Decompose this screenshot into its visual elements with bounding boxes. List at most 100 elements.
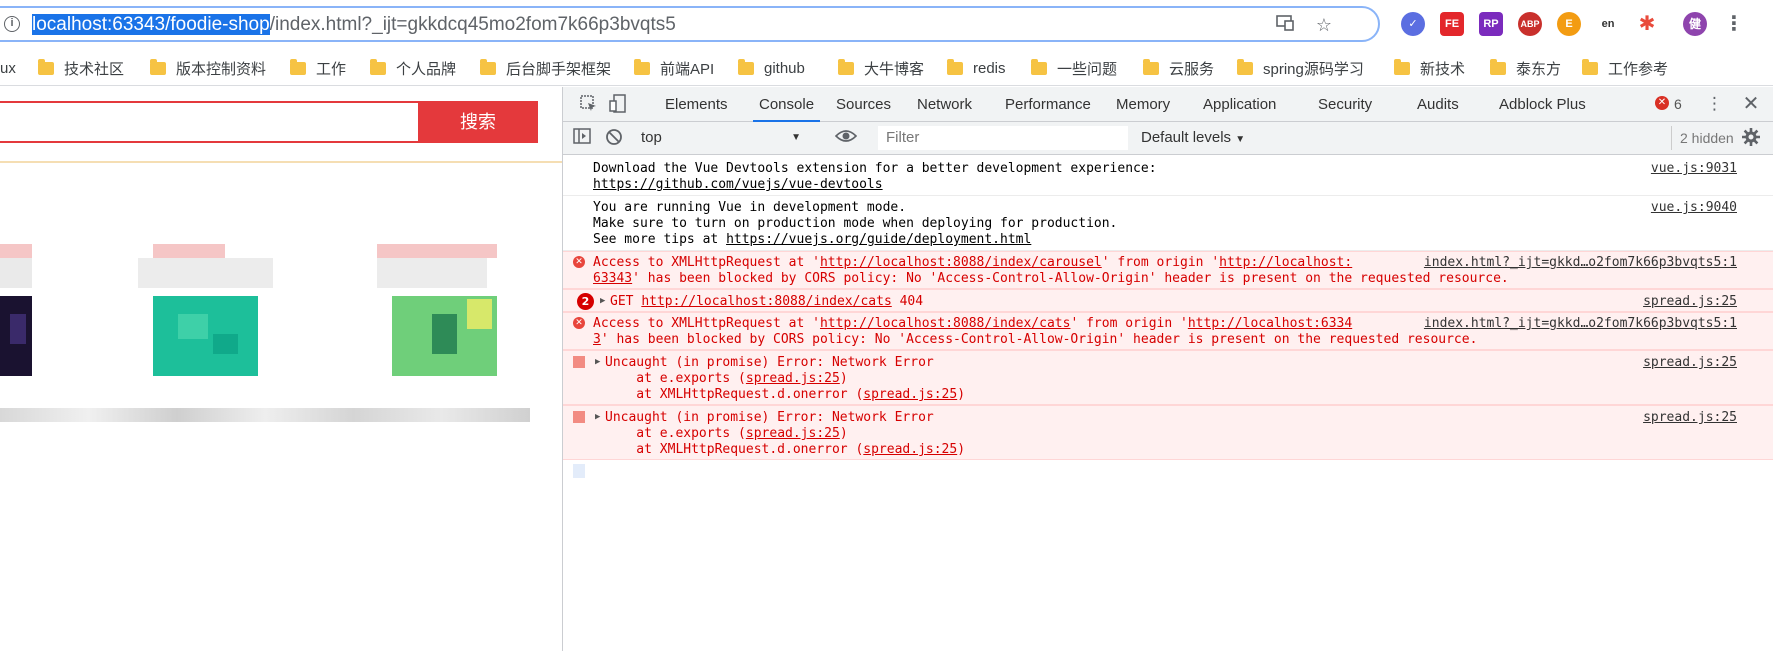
tab-security[interactable]: Security (1318, 87, 1372, 122)
tab-adblock-plus[interactable]: Adblock Plus (1499, 87, 1586, 122)
device-toolbar-icon[interactable] (608, 94, 628, 119)
profile-avatar[interactable]: 健 (1683, 12, 1707, 36)
stack-source-link[interactable]: spread.js:25 (746, 426, 840, 441)
tab-console[interactable]: Console (753, 87, 821, 122)
tab-application[interactable]: Application (1203, 87, 1276, 122)
bookmark-folder[interactable]: 版本控制资料 (150, 58, 266, 78)
error-icon: ✕ (573, 317, 585, 329)
source-link[interactable]: index.html?_ijt=gkkd…o2fom7k66p3bvqts5:1 (1424, 255, 1737, 270)
stack-frame: ) (957, 442, 966, 457)
product-image-2[interactable] (138, 244, 273, 464)
info-icon[interactable]: i (4, 16, 20, 32)
clear-console-icon[interactable] (604, 128, 624, 151)
expand-triangle-icon[interactable]: ▶ (600, 296, 605, 306)
bookmark-folder[interactable]: 个人品牌 (370, 58, 456, 78)
cast-icon[interactable] (1274, 14, 1296, 36)
stack-frame: at XMLHttpRequest.d.onerror ( (605, 387, 864, 402)
devtools-link[interactable]: https://github.com/vuejs/vue-devtools (593, 177, 883, 192)
eye-icon[interactable] (834, 128, 858, 148)
bookmark-folder[interactable]: 技术社区 (38, 58, 124, 78)
devtools-menu-icon[interactable]: ⋮ (1706, 94, 1723, 114)
inspect-element-icon[interactable] (579, 95, 599, 118)
error-count-icon[interactable]: ✕ (1655, 96, 1669, 110)
address-bar[interactable]: i localhost:63343/foodie-shop/index.html… (0, 6, 1380, 42)
tab-sources[interactable]: Sources (836, 87, 891, 122)
source-link[interactable]: spread.js:25 (1643, 294, 1737, 309)
bookmark-label: 泰东方 (1516, 60, 1562, 78)
console-prompt[interactable] (573, 464, 585, 478)
search-button[interactable]: 搜索 (418, 101, 538, 143)
ext-pinwheel-icon[interactable]: ✱ (1635, 12, 1659, 36)
filter-input[interactable]: Filter (878, 126, 1128, 150)
bookmark-label: 前端API (660, 60, 715, 78)
bookmark-folder[interactable]: github (738, 58, 805, 78)
tab-audits[interactable]: Audits (1417, 87, 1459, 122)
stack-frame: at e.exports ( (605, 426, 746, 441)
request-url-link[interactable]: http://localhost:8088/index/cats (820, 316, 1070, 331)
stack-source-link[interactable]: spread.js:25 (746, 371, 840, 386)
product-image-3[interactable] (377, 244, 512, 464)
origin-link[interactable]: http://localhost: (1219, 255, 1352, 270)
bookmark-star-icon[interactable]: ☆ (1313, 14, 1335, 36)
ext-fe-icon[interactable]: FE (1440, 12, 1464, 36)
bookmark-folder[interactable]: spring源码学习 (1237, 58, 1364, 78)
product-image-1[interactable] (0, 244, 32, 464)
source-link[interactable]: spread.js:25 (1643, 355, 1737, 370)
search-input[interactable] (0, 101, 420, 143)
tab-memory[interactable]: Memory (1116, 87, 1170, 122)
request-url-link[interactable]: http://localhost:8088/index/carousel (820, 255, 1102, 270)
expand-triangle-icon[interactable]: ▶ (595, 412, 600, 422)
close-devtools-icon[interactable]: ✕ (1741, 94, 1761, 114)
bookmark-folder[interactable]: 一些问题 (1031, 58, 1117, 78)
deployment-link[interactable]: https://vuejs.org/guide/deployment.html (726, 232, 1031, 247)
request-url-link[interactable]: http://localhost:8088/index/cats (641, 294, 891, 309)
bookmark-label: ux (0, 59, 16, 77)
message-text: 404 (891, 294, 924, 309)
console-error-uncaught: ▶ Uncaught (in promise) Error: Network E… (563, 405, 1773, 460)
source-link[interactable]: spread.js:25 (1643, 410, 1737, 425)
sidebar-toggle-icon[interactable] (572, 128, 592, 149)
gear-icon[interactable] (1741, 128, 1761, 151)
bookmark-folder[interactable]: redis (947, 58, 1006, 78)
bookmark-item[interactable]: ux (0, 58, 16, 78)
chevron-down-icon: ▼ (1235, 134, 1246, 145)
bookmark-folder[interactable]: 前端API (634, 58, 714, 78)
stack-frame: at e.exports ( (605, 371, 746, 386)
stack-source-link[interactable]: spread.js:25 (863, 387, 957, 402)
bookmark-folder[interactable]: 云服务 (1143, 58, 1214, 78)
bookmark-folder[interactable]: 后台脚手架框架 (480, 58, 611, 78)
bookmark-folder[interactable]: 大牛博客 (838, 58, 924, 78)
stack-frame: ) (839, 426, 848, 441)
stack-source-link[interactable]: spread.js:25 (863, 442, 957, 457)
browser-menu-icon[interactable]: ⋮ (1722, 12, 1746, 36)
ext-rp-icon[interactable]: RP (1479, 12, 1503, 36)
console-output: Download the Vue Devtools extension for … (563, 156, 1773, 651)
bookmark-folder[interactable]: 工作 (290, 58, 346, 78)
tab-elements[interactable]: Elements (665, 87, 728, 122)
ext-abp-icon[interactable]: ABP (1518, 12, 1542, 36)
origin-link-cont[interactable]: 63343 (593, 271, 632, 286)
origin-link[interactable]: http://localhost:6334 (1188, 316, 1352, 331)
expand-triangle-icon[interactable]: ▶ (595, 357, 600, 367)
stack-frame: ) (839, 371, 848, 386)
url-text[interactable]: localhost:63343/foodie-shop/index.html?_… (32, 14, 676, 36)
log-levels-dropdown[interactable]: Default levels ▼ (1141, 126, 1245, 150)
source-link[interactable]: vue.js:9040 (1651, 200, 1737, 215)
bookmark-folder[interactable]: 泰东方 (1490, 58, 1561, 78)
devtools-panel: Elements Console Sources Network Perform… (562, 87, 1773, 651)
chevron-down-icon: ▼ (791, 132, 801, 143)
ext-e-icon[interactable]: E (1557, 12, 1581, 36)
error-count[interactable]: 6 (1674, 87, 1682, 122)
context-selector[interactable]: top ▼ (641, 126, 801, 150)
console-message-info: You are running Vue in development mode.… (563, 196, 1773, 251)
tab-network[interactable]: Network (917, 87, 972, 122)
bookmark-folder[interactable]: 新技术 (1394, 58, 1465, 78)
ext-translate-icon[interactable]: en (1596, 12, 1620, 36)
tab-performance[interactable]: Performance (1005, 87, 1091, 122)
ext-check-icon[interactable]: ✓ (1401, 12, 1425, 36)
origin-link-cont[interactable]: 3 (593, 332, 601, 347)
source-link[interactable]: vue.js:9031 (1651, 161, 1737, 176)
source-link[interactable]: index.html?_ijt=gkkd…o2fom7k66p3bvqts5:1 (1424, 316, 1737, 331)
bookmark-label: 云服务 (1169, 60, 1215, 78)
bookmark-folder[interactable]: 工作参考 (1582, 58, 1668, 78)
